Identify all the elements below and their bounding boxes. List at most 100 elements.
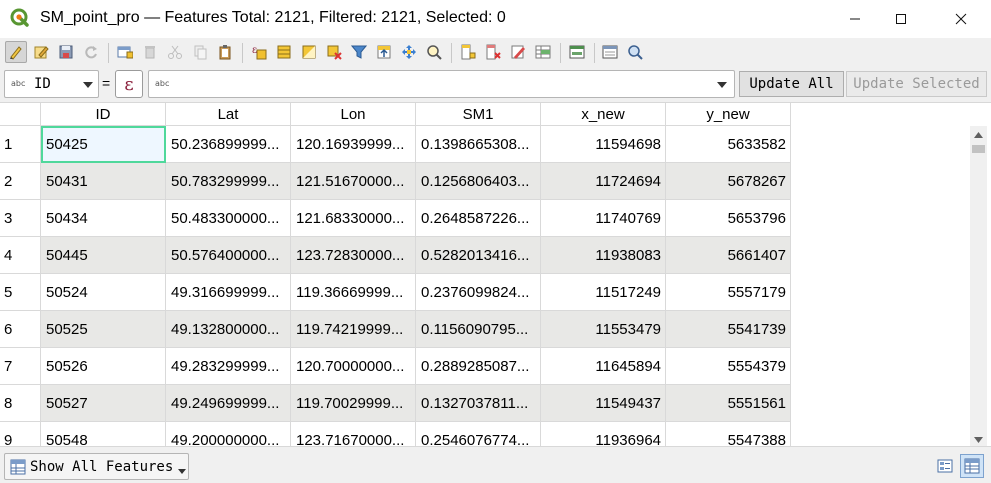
table-cell[interactable]: 49.283299999... <box>166 348 291 385</box>
table-cell[interactable]: 11517249 <box>541 274 666 311</box>
table-cell[interactable]: 119.74219999... <box>291 311 416 348</box>
field-calculator-button[interactable] <box>507 41 529 63</box>
table-cell[interactable]: 5551561 <box>666 385 791 422</box>
table-cell[interactable]: 50526 <box>41 348 166 385</box>
reload-button[interactable] <box>80 41 102 63</box>
table-cell[interactable]: 11724694 <box>541 163 666 200</box>
table-cell[interactable]: 50524 <box>41 274 166 311</box>
multi-edit-button[interactable] <box>30 41 52 63</box>
table-cell[interactable]: 0.1327037811... <box>416 385 541 422</box>
actions-button[interactable] <box>599 41 621 63</box>
table-cell[interactable]: 11740769 <box>541 200 666 237</box>
table-cell[interactable]: 0.2376099824... <box>416 274 541 311</box>
table-cell[interactable]: 50434 <box>41 200 166 237</box>
row-header[interactable]: 7 <box>0 348 41 385</box>
table-cell[interactable]: 11549437 <box>541 385 666 422</box>
scrollbar-thumb[interactable] <box>972 145 985 153</box>
table-cell[interactable]: 50.483300000... <box>166 200 291 237</box>
table-cell[interactable]: 119.70029999... <box>291 385 416 422</box>
row-header[interactable]: 1 <box>0 126 41 163</box>
conditional-formatting-button[interactable] <box>532 41 554 63</box>
invert-selection-button[interactable] <box>298 41 320 63</box>
table-cell[interactable]: 0.1156090795... <box>416 311 541 348</box>
table-cell[interactable]: 123.71670000... <box>291 422 416 446</box>
pan-to-selected-button[interactable] <box>398 41 420 63</box>
table-cell[interactable]: 50.783299999... <box>166 163 291 200</box>
table-cell[interactable]: 0.1398665308... <box>416 126 541 163</box>
toggle-editing-button[interactable] <box>5 41 27 63</box>
row-header[interactable]: 5 <box>0 274 41 311</box>
cut-button[interactable] <box>164 41 186 63</box>
move-selection-to-top-button[interactable] <box>373 41 395 63</box>
save-edits-button[interactable] <box>55 41 77 63</box>
row-header[interactable]: 3 <box>0 200 41 237</box>
form-view-search-button[interactable] <box>624 41 646 63</box>
table-cell[interactable]: 0.1256806403... <box>416 163 541 200</box>
table-cell[interactable]: 50525 <box>41 311 166 348</box>
table-cell[interactable]: 119.36669999... <box>291 274 416 311</box>
row-header[interactable]: 8 <box>0 385 41 422</box>
show-features-dropdown[interactable]: Show All Features <box>4 453 189 480</box>
column-header-sm1[interactable]: SM1 <box>416 103 541 126</box>
column-header-x-new[interactable]: x_new <box>541 103 666 126</box>
add-feature-button[interactable] <box>114 41 136 63</box>
table-cell[interactable]: 11553479 <box>541 311 666 348</box>
close-button[interactable] <box>938 0 984 38</box>
filter-select-button[interactable] <box>348 41 370 63</box>
new-field-button[interactable] <box>457 41 479 63</box>
table-cell[interactable]: 121.51670000... <box>291 163 416 200</box>
table-cell[interactable]: 11594698 <box>541 126 666 163</box>
copy-button[interactable] <box>189 41 211 63</box>
table-cell[interactable]: 0.2546076774... <box>416 422 541 446</box>
select-by-expression-button[interactable]: ε <box>248 41 270 63</box>
table-cell[interactable]: 49.200000000... <box>166 422 291 446</box>
row-header[interactable]: 6 <box>0 311 41 348</box>
table-cell[interactable]: 49.316699999... <box>166 274 291 311</box>
vertical-scrollbar[interactable] <box>970 126 987 446</box>
switch-to-table-view-button[interactable] <box>960 454 984 478</box>
table-cell[interactable]: 11938083 <box>541 237 666 274</box>
table-cell[interactable]: 11936964 <box>541 422 666 446</box>
attribute-table[interactable]: ID Lat Lon SM1 x_new y_new 1 50425 50.236899999… <box>0 102 991 447</box>
update-all-button[interactable]: Update All <box>739 71 844 97</box>
switch-to-form-view-button[interactable] <box>933 454 957 478</box>
column-header-lat[interactable]: Lat <box>166 103 291 126</box>
column-header-lon[interactable]: Lon <box>291 103 416 126</box>
table-cell[interactable]: 5547388 <box>666 422 791 446</box>
table-cell[interactable]: 49.249699999... <box>166 385 291 422</box>
table-cell[interactable]: 50.236899999... <box>166 126 291 163</box>
table-cell[interactable]: 50445 <box>41 237 166 274</box>
table-cell[interactable]: 121.68330000... <box>291 200 416 237</box>
table-cell[interactable]: 0.2889285087... <box>416 348 541 385</box>
table-cell[interactable]: 5557179 <box>666 274 791 311</box>
expression-input[interactable]: abc <box>148 70 735 98</box>
deselect-all-button[interactable] <box>323 41 345 63</box>
table-cell[interactable]: 50425 <box>41 126 166 163</box>
update-selected-button[interactable]: Update Selected <box>846 71 987 97</box>
table-cell[interactable]: 50548 <box>41 422 166 446</box>
paste-button[interactable] <box>214 41 236 63</box>
delete-field-button[interactable] <box>482 41 504 63</box>
column-header-y-new[interactable]: y_new <box>666 103 791 126</box>
field-selector-dropdown[interactable]: abc ID <box>4 70 99 98</box>
chevron-down-icon[interactable] <box>717 82 727 88</box>
table-cell[interactable]: 5661407 <box>666 237 791 274</box>
column-header-id[interactable]: ID <box>41 103 166 126</box>
select-all-button[interactable] <box>273 41 295 63</box>
table-cell[interactable]: 50.576400000... <box>166 237 291 274</box>
table-cell[interactable]: 5554379 <box>666 348 791 385</box>
table-cell[interactable]: 123.72830000... <box>291 237 416 274</box>
table-cell[interactable]: 0.2648587226... <box>416 200 541 237</box>
table-cell[interactable]: 50527 <box>41 385 166 422</box>
zoom-to-selected-button[interactable] <box>423 41 445 63</box>
table-cell[interactable]: 49.132800000... <box>166 311 291 348</box>
table-corner-button[interactable] <box>0 103 41 126</box>
table-cell[interactable]: 11645894 <box>541 348 666 385</box>
table-cell[interactable]: 120.70000000... <box>291 348 416 385</box>
table-cell[interactable]: 50431 <box>41 163 166 200</box>
scroll-down-button[interactable] <box>970 431 987 446</box>
table-cell[interactable]: 5541739 <box>666 311 791 348</box>
minimize-button[interactable] <box>832 0 878 38</box>
scroll-up-button[interactable] <box>970 126 987 143</box>
table-cell[interactable]: 5653796 <box>666 200 791 237</box>
